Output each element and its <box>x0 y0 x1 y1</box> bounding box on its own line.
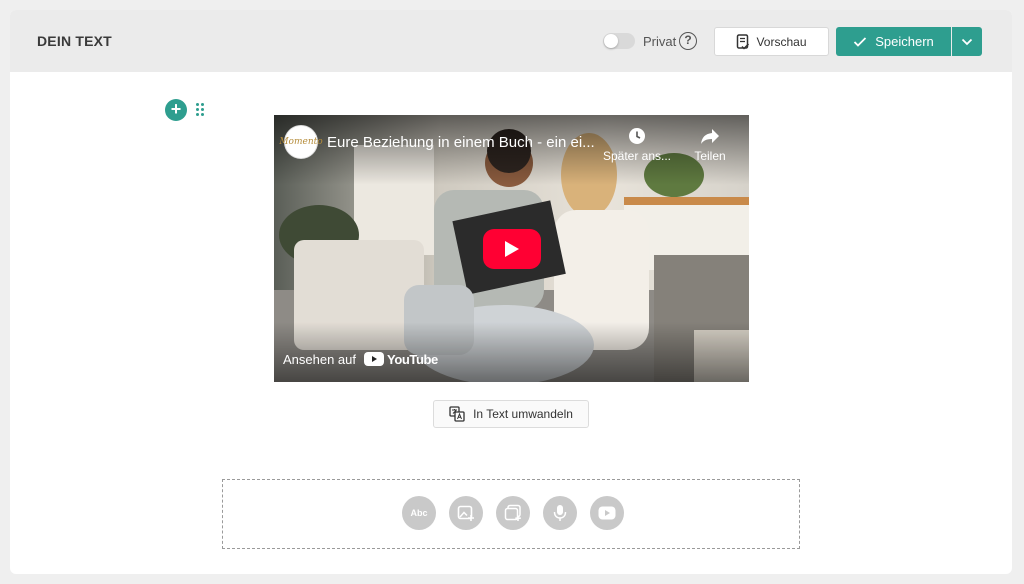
add-video-button[interactable] <box>590 496 624 530</box>
header-bar: DEIN TEXT Privat ? Vorschau Speichern <box>10 10 1012 72</box>
add-gallery-button[interactable] <box>496 496 530 530</box>
youtube-video-embed[interactable]: Momento Eure Beziehung in einem Buch - e… <box>274 115 749 382</box>
share-label: Teilen <box>694 149 726 163</box>
preview-button[interactable]: Vorschau <box>714 27 829 56</box>
private-label: Privat <box>643 34 677 49</box>
page-title: DEIN TEXT <box>37 33 112 49</box>
check-icon <box>854 36 867 47</box>
video-title[interactable]: Eure Beziehung in einem Buch - ein ei... <box>327 134 597 151</box>
channel-avatar[interactable]: Momento <box>279 125 323 159</box>
add-audio-button[interactable] <box>543 496 577 530</box>
play-icon <box>505 241 519 257</box>
help-icon[interactable]: ? <box>679 32 697 50</box>
drag-handle-icon[interactable] <box>196 103 204 117</box>
add-image-button[interactable] <box>449 496 483 530</box>
save-options-button[interactable] <box>952 27 982 56</box>
convert-label: In Text umwandeln <box>473 407 573 421</box>
preview-label: Vorschau <box>756 34 807 49</box>
clock-icon <box>629 128 645 144</box>
watch-on-youtube-link[interactable]: Ansehen auf YouTube <box>283 348 438 370</box>
save-label: Speichern <box>875 34 934 49</box>
watch-on-label: Ansehen auf <box>283 351 357 367</box>
watch-later-button[interactable]: Später ans... <box>597 127 677 163</box>
add-content-bar: Abc <box>402 496 624 530</box>
chevron-down-icon <box>961 38 973 45</box>
translate-icon <box>449 406 465 422</box>
gallery-add-icon <box>504 504 521 521</box>
editor-card: DEIN TEXT Privat ? Vorschau Speichern + <box>10 10 1012 574</box>
share-icon <box>701 129 719 144</box>
youtube-wordmark: YouTube <box>387 351 438 367</box>
private-toggle[interactable] <box>603 33 635 49</box>
add-content-zone: Abc <box>222 479 800 549</box>
preview-icon <box>737 33 750 50</box>
convert-to-text-button[interactable]: In Text umwandeln <box>433 400 589 428</box>
image-add-icon <box>457 505 474 521</box>
video-icon <box>598 506 616 520</box>
add-text-button[interactable]: Abc <box>402 496 436 530</box>
text-icon: Abc <box>410 508 428 518</box>
microphone-icon <box>553 505 567 521</box>
youtube-logo: YouTube <box>364 352 438 367</box>
share-button[interactable]: Teilen <box>670 127 749 163</box>
save-button[interactable]: Speichern <box>836 27 951 56</box>
add-block-button[interactable]: + <box>165 99 187 121</box>
toggle-knob <box>604 34 618 48</box>
play-button[interactable] <box>483 229 541 269</box>
watch-later-label: Später ans... <box>602 149 672 163</box>
youtube-icon <box>364 352 385 366</box>
